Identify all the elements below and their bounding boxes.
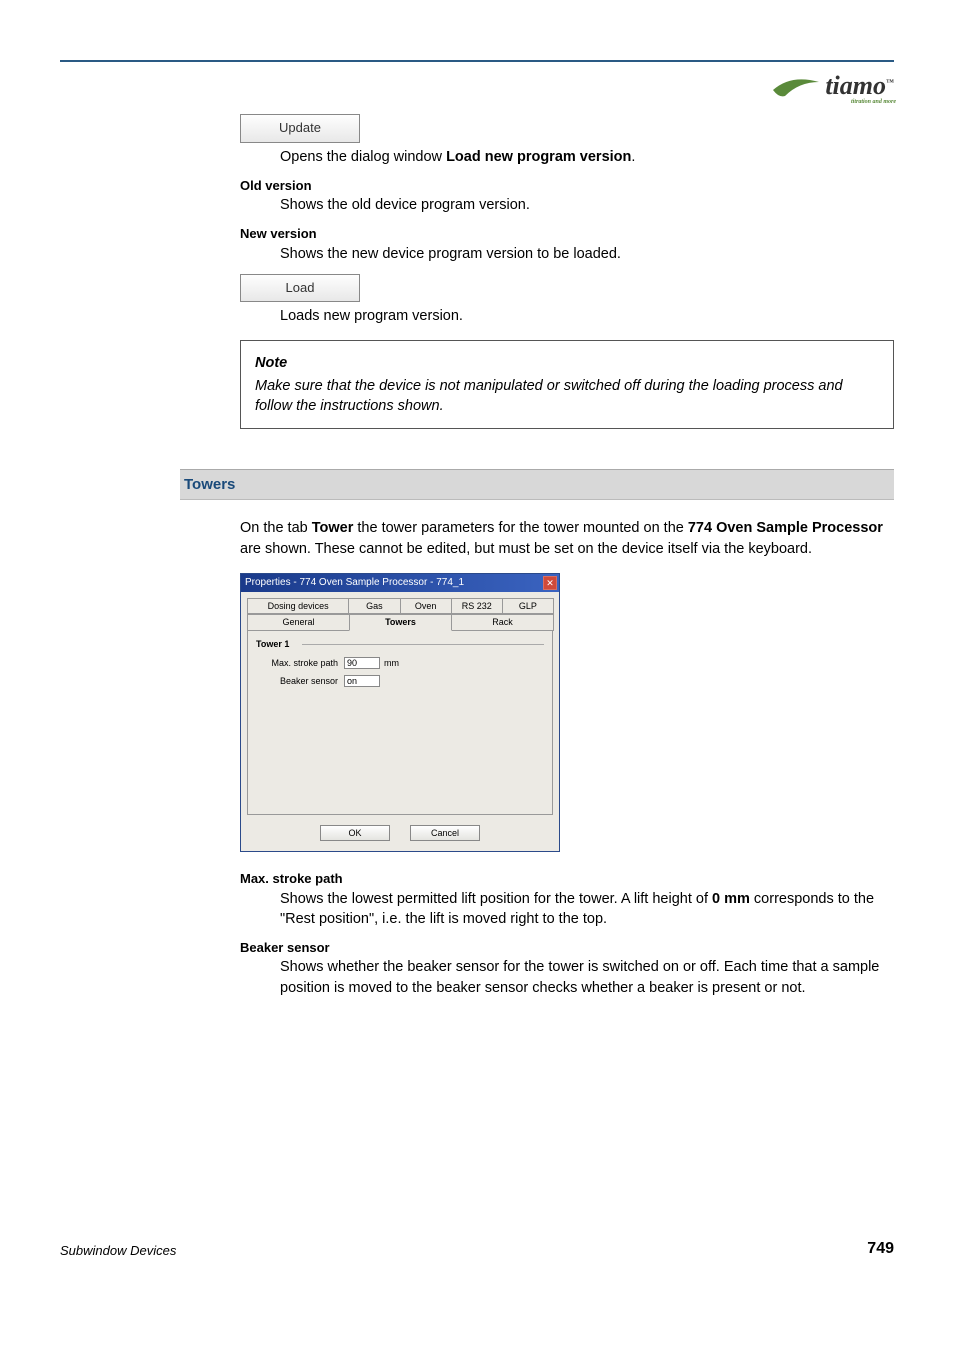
tab-dosing-devices[interactable]: Dosing devices bbox=[247, 598, 349, 615]
tab-general[interactable]: General bbox=[247, 614, 350, 631]
properties-dialog: Properties - 774 Oven Sample Processor -… bbox=[240, 573, 560, 853]
text-bold: Tower bbox=[312, 520, 354, 536]
logo: tiamo™ titration and more bbox=[60, 68, 894, 104]
old-version-desc: Shows the old device program version. bbox=[280, 195, 894, 215]
text-bold: 774 Oven Sample Processor bbox=[688, 520, 883, 536]
load-desc: Loads new program version. bbox=[280, 306, 894, 326]
field-max-stroke: Max. stroke path mm bbox=[256, 657, 544, 670]
close-icon[interactable]: ✕ bbox=[543, 576, 557, 590]
beaker-label: Beaker sensor bbox=[262, 675, 340, 688]
group-label-text: Tower 1 bbox=[256, 639, 289, 649]
max-stroke-label: Max. stroke path bbox=[262, 657, 340, 670]
page-footer: Subwindow Devices 749 bbox=[60, 1238, 894, 1260]
tab-rs232[interactable]: RS 232 bbox=[451, 598, 503, 615]
beaker-sensor-label: Beaker sensor bbox=[240, 939, 894, 957]
text: Shows the lowest permitted lift position… bbox=[280, 891, 712, 907]
logo-brand: tiamo bbox=[825, 71, 886, 100]
new-version-label: New version bbox=[240, 225, 894, 243]
divider bbox=[302, 644, 544, 645]
tab-towers[interactable]: Towers bbox=[349, 614, 452, 631]
dialog-actions: OK Cancel bbox=[241, 817, 559, 852]
tabs-row-front: General Towers Rack bbox=[247, 614, 553, 631]
footer-section: Subwindow Devices bbox=[60, 1242, 176, 1260]
logo-tm: ™ bbox=[886, 77, 894, 86]
text: . bbox=[631, 149, 635, 165]
text: On the tab bbox=[240, 520, 312, 536]
tab-rack[interactable]: Rack bbox=[451, 614, 554, 631]
beaker-sensor-desc: Shows whether the beaker sensor for the … bbox=[280, 957, 894, 998]
note-title: Note bbox=[255, 353, 879, 373]
max-stroke-unit: mm bbox=[384, 657, 399, 670]
tab-panel: Tower 1 Max. stroke path mm Beaker senso… bbox=[247, 630, 553, 815]
cancel-button[interactable]: Cancel bbox=[410, 825, 480, 842]
logo-swoosh-icon bbox=[771, 72, 821, 100]
text-bold: Load new program version bbox=[446, 149, 631, 165]
new-version-desc: Shows the new device program version to … bbox=[280, 244, 894, 264]
text: Opens the dialog window bbox=[280, 149, 446, 165]
update-desc: Opens the dialog window Load new program… bbox=[280, 147, 894, 167]
load-button[interactable]: Load bbox=[240, 274, 360, 302]
dialog-titlebar: Properties - 774 Oven Sample Processor -… bbox=[241, 574, 559, 592]
update-button[interactable]: Update bbox=[240, 114, 360, 142]
text: the tower parameters for the tower mount… bbox=[353, 520, 687, 536]
section-towers: Towers bbox=[180, 469, 894, 500]
header-rule bbox=[60, 60, 894, 62]
note-box: Note Make sure that the device is not ma… bbox=[240, 340, 894, 429]
logo-tagline: titration and more bbox=[851, 98, 896, 106]
note-body: Make sure that the device is not manipul… bbox=[255, 376, 879, 417]
max-stroke-input[interactable] bbox=[344, 657, 380, 669]
logo-text: tiamo™ titration and more bbox=[825, 68, 894, 104]
group-tower1: Tower 1 bbox=[256, 638, 544, 651]
text: are shown. These cannot be edited, but m… bbox=[240, 541, 812, 557]
ok-button[interactable]: OK bbox=[320, 825, 390, 842]
old-version-label: Old version bbox=[240, 177, 894, 195]
tab-gas[interactable]: Gas bbox=[348, 598, 400, 615]
dialog-title: Properties - 774 Oven Sample Processor -… bbox=[245, 576, 464, 590]
towers-intro: On the tab Tower the tower parameters fo… bbox=[240, 518, 894, 559]
beaker-input[interactable] bbox=[344, 675, 380, 687]
tab-glp[interactable]: GLP bbox=[502, 598, 554, 615]
tabs-row-back: Dosing devices Gas Oven RS 232 GLP bbox=[247, 598, 553, 615]
tab-oven[interactable]: Oven bbox=[400, 598, 452, 615]
page-number: 749 bbox=[867, 1238, 894, 1260]
text-bold: 0 mm bbox=[712, 891, 750, 907]
max-stroke-path-label: Max. stroke path bbox=[240, 870, 894, 888]
field-beaker-sensor: Beaker sensor bbox=[256, 675, 544, 688]
max-stroke-path-desc: Shows the lowest permitted lift position… bbox=[280, 889, 894, 930]
